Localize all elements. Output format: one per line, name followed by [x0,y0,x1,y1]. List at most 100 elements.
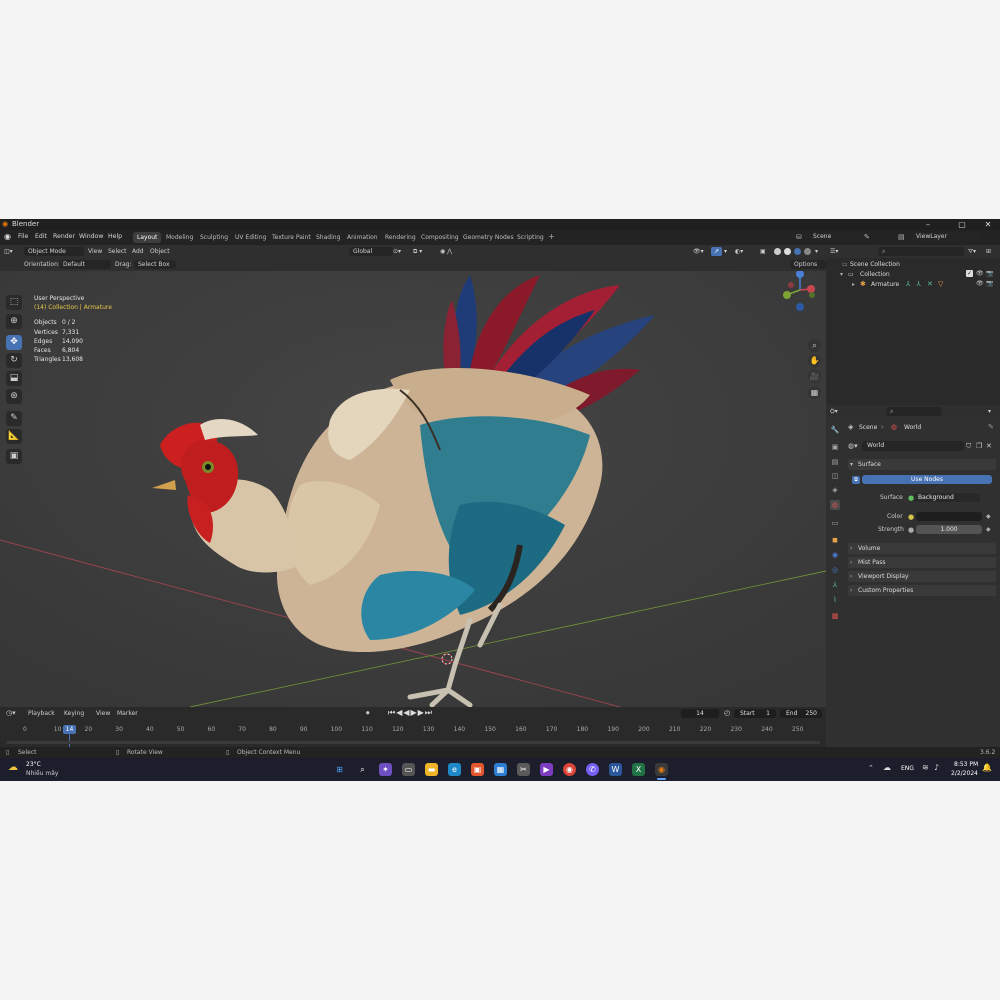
search-icon[interactable]: ⌕ [356,763,369,776]
tool-tab-icon[interactable]: 🔧 [830,425,840,435]
view-layer-tab-icon[interactable]: ◫ [830,471,840,481]
world-tab-icon[interactable]: ◍ [830,500,840,510]
strength-field[interactable]: 1.000 [916,525,982,534]
gizmo-dropdown-icon[interactable]: ▾ [724,248,727,255]
properties-editor-icon[interactable]: ⛭▾ [830,408,838,416]
tab-layout[interactable]: Layout [133,232,162,243]
overlay-icon[interactable]: ◐▾ [735,248,743,255]
menu-help[interactable]: Help [108,233,122,240]
tab-rendering[interactable]: Rendering [381,232,420,243]
options-dropdown[interactable]: Options [790,260,826,269]
volume-icon[interactable]: ♪ [934,763,939,772]
weather-description[interactable]: Nhiều mây [26,770,58,777]
weather-icon[interactable]: ☁ [8,762,22,776]
volume-panel-header[interactable]: › Volume [848,543,996,554]
xray-icon[interactable]: ▣ [760,248,766,255]
maximize-button[interactable]: ▢ [950,219,974,230]
menu-marker[interactable]: Marker [117,710,138,717]
render-tab-icon[interactable]: ▣ [830,442,840,452]
copilot-icon[interactable]: ✦ [379,763,392,776]
menu-render[interactable]: Render [53,233,75,240]
outliner-item-scene-collection[interactable]: Scene Collection [850,261,900,268]
material-preview-icon[interactable] [794,248,801,255]
task-view-icon[interactable]: ▭ [402,763,415,776]
shading-dropdown-icon[interactable]: ▾ [815,248,818,255]
proportional-edit-icon[interactable]: ◉ ⋀ [440,248,452,255]
orientation-dropdown[interactable]: Default [59,260,111,269]
clock-date[interactable]: 2/2/2024 [951,770,978,777]
outliner-search-input[interactable]: ⌕ [878,247,964,256]
notification-bell-icon[interactable]: 🔔 [982,763,992,772]
scale-tool-icon[interactable]: ⬓ [6,371,22,386]
pivot-icon[interactable]: ⊙▾ [393,248,401,255]
record-keyframe-icon[interactable]: ⏺ [366,709,370,718]
new-collection-icon[interactable]: ⊞ [986,248,991,255]
viber-icon[interactable]: ✆ [586,763,599,776]
file-explorer-icon[interactable]: ▬ [425,763,438,776]
current-frame-field[interactable]: 14 [681,709,719,718]
select-box-tool-icon[interactable]: ⬚ [6,295,22,310]
physics-tab-icon[interactable]: ◉ [830,550,840,560]
texture-tab-icon[interactable]: ▩ [830,611,840,621]
excel-icon[interactable]: X [632,763,645,776]
snipping-tool-icon[interactable]: ✂ [517,763,530,776]
menu-window[interactable]: Window [79,233,103,240]
weather-temperature[interactable]: 23°C [26,761,41,768]
viewport-canvas[interactable] [0,245,826,707]
move-tool-icon[interactable]: ✥ [6,335,22,350]
zoom-icon[interactable]: ⌕ [808,339,821,352]
bone-tab-icon[interactable]: ⌇ [830,595,840,605]
expand-collection-icon[interactable]: ▾ [840,271,843,278]
collection-render-camera-icon[interactable]: 📷 [986,270,993,277]
annotate-tool-icon[interactable]: ✎ [6,411,22,426]
start-menu-icon[interactable]: ⊞ [333,763,346,776]
timeline-editor-icon[interactable]: ◷▾ [6,709,16,717]
show-hidden-icons-icon[interactable]: ⌃ [868,764,874,772]
rotate-tool-icon[interactable]: ↻ [6,353,22,368]
duplicate-world-icon[interactable]: ❐ [976,442,982,450]
surface-shader-field[interactable]: Background [914,493,980,502]
menu-object[interactable]: Object [150,248,170,255]
wireframe-shading-icon[interactable] [774,248,781,255]
drag-dropdown[interactable]: Select Box [134,260,176,269]
mist-pass-panel-header[interactable]: › Mist Pass [848,557,996,568]
close-button[interactable]: ✕ [976,219,1000,230]
color-keyframe-icon[interactable]: ◆ [986,513,991,520]
media-player-icon[interactable]: ▶ [540,763,553,776]
unlink-world-icon[interactable]: ✕ [986,442,992,450]
chrome-icon[interactable]: ◉ [563,763,576,776]
world-color-swatch[interactable] [916,512,982,521]
blender-menu-icon[interactable]: ◉ [4,232,11,241]
menu-add[interactable]: Add [132,248,144,255]
store-icon[interactable]: ▦ [494,763,507,776]
collection-tab-icon[interactable]: ▭ [830,518,840,528]
tab-geometry-nodes[interactable]: Geometry Nodes [459,232,518,243]
tab-texture-paint[interactable]: Texture Paint [268,232,315,243]
tab-modeling[interactable]: Modeling [162,232,197,243]
blender-taskbar-icon[interactable]: ◉ [655,763,668,776]
object-tab-icon[interactable]: ◼ [830,535,840,545]
object-data-tab-icon[interactable]: ⅄ [830,580,840,590]
pin-properties-icon[interactable]: ✎ [988,423,994,431]
3d-viewport[interactable]: ◫▾ Object Mode View Select Add Object Gl… [0,245,826,707]
fake-user-shield-icon[interactable]: ⛉ [966,442,971,451]
filter-icon[interactable]: ⛛▾ [968,248,976,256]
menu-edit[interactable]: Edit [35,233,47,240]
menu-keying[interactable]: Keying [64,710,84,717]
constraints-tab-icon[interactable]: ◎ [830,565,840,575]
viewlayer-field[interactable]: ViewLayer [912,232,978,241]
tab-shading[interactable]: Shading [312,232,344,243]
menu-timeline-view[interactable]: View [96,710,110,717]
scene-tab-icon[interactable]: ◈ [830,485,840,495]
tab-uv-editing[interactable]: UV Editing [231,232,270,243]
menu-file[interactable]: File [18,233,28,240]
end-frame-field[interactable]: End 250 [780,709,822,718]
tab-sculpting[interactable]: Sculpting [196,232,232,243]
custom-properties-panel-header[interactable]: › Custom Properties [848,585,996,596]
outliner-editor-icon[interactable]: ☰▾ [830,248,838,255]
perspective-grid-icon[interactable]: ▦ [808,386,821,399]
gizmo-toggle-icon[interactable]: ↗ [711,247,722,256]
snap-icon[interactable]: ⧉ ▾ [413,248,422,256]
word-icon[interactable]: W [609,763,622,776]
camera-view-icon[interactable]: 🎥 [808,370,821,383]
